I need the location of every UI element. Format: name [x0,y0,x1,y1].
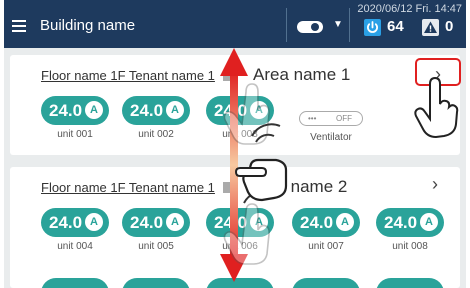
toggle-icon[interactable] [297,21,323,33]
unit-tile[interactable]: 24.0 A unit 004 [41,208,109,252]
power-on-count: 64 [387,18,404,35]
unit-pill[interactable]: 24.0 A [206,208,274,237]
header-divider [349,8,350,42]
unit-label: unit 002 [138,129,174,140]
area-name: Area name 1 [253,65,351,84]
ventilator-toggle[interactable]: ••• OFF [299,111,363,126]
unit-tile[interactable]: 24.0 A unit 007 [292,208,360,252]
unit-label: unit 004 [57,241,93,252]
unit-tile[interactable]: 24.0 A unit 008 [376,208,444,252]
unit-temperature: 24.0 [300,213,334,232]
hamburger-icon[interactable] [12,20,26,32]
unit-pill[interactable]: 24.0 A [41,96,109,125]
unit-tile[interactable]: 24.0 A unit 001 [41,96,109,140]
auto-mode-icon: A [85,101,103,119]
auto-mode-icon: A [85,213,103,231]
unit-pill-partial[interactable] [206,278,274,288]
unit-temperature: 24.0 [49,213,83,232]
app-frame: Building name ▼ 2020/06/12 Fri. 14:47 64… [4,0,466,288]
unit-pill-partial[interactable] [376,278,444,288]
unit-temperature: 24.0 [130,213,164,232]
square-icon [223,182,234,193]
header-divider [286,8,287,42]
unit-pill[interactable]: 24.0 A [292,208,360,237]
auto-mode-icon: A [420,213,438,231]
warning-count: 0 [445,18,454,35]
unit-tile[interactable]: 24.0 A unit 005 [122,208,190,252]
unit-temperature: 24.0 [130,101,164,120]
ventilator-state: OFF [336,114,352,123]
square-icon [223,70,234,81]
auto-mode-icon: A [166,101,184,119]
unit-label: unit 001 [57,129,93,140]
power-icon[interactable] [364,19,381,36]
unit-temperature: 24.0 [214,213,248,232]
unit-pill[interactable]: 24.0 A [206,96,274,125]
unit-label: unit 003 [222,129,258,140]
datetime-display: 2020/06/12 Fri. 14:47 [357,3,462,15]
unit-pill-partial[interactable] [122,278,190,288]
warning-icon[interactable] [422,19,439,36]
unit-tile[interactable]: 24.0 A unit 006 [206,208,274,252]
ventilator-tile[interactable]: ••• OFF Ventilator [299,111,363,143]
auto-mode-icon: A [166,213,184,231]
unit-pill-partial[interactable] [41,278,109,288]
chevron-right-icon[interactable]: › [432,174,438,195]
unit-temperature: 24.0 [384,213,418,232]
unit-pill-partial[interactable] [292,278,360,288]
floor-title[interactable]: Floor name 1F Tenant name 1 [41,180,215,195]
top-bar: Building name ▼ 2020/06/12 Fri. 14:47 64… [4,0,466,48]
unit-pill[interactable]: 24.0 A [41,208,109,237]
area-card[interactable]: Floor name 1F Tenant name 1 Area name 1 … [10,55,461,155]
unit-pill[interactable]: 24.0 A [122,96,190,125]
unit-pill[interactable]: 24.0 A [376,208,444,237]
area-name: Area name 2 [250,177,348,196]
chevron-right-icon[interactable]: › [415,58,461,86]
unit-label: unit 005 [138,241,174,252]
building-name[interactable]: Building name [40,17,135,34]
auto-mode-icon: A [336,213,354,231]
floor-title[interactable]: Floor name 1F Tenant name 1 [41,68,215,83]
unit-pill[interactable]: 24.0 A [122,208,190,237]
chevron-down-icon[interactable]: ▼ [333,19,343,30]
unit-temperature: 24.0 [49,101,83,120]
unit-temperature: 24.0 [214,101,248,120]
unit-tile[interactable]: 24.0 A unit 002 [122,96,190,140]
unit-label: unit 007 [308,241,344,252]
ventilator-label: Ventilator [310,132,352,143]
ellipsis-icon: ••• [308,114,317,123]
area-card[interactable]: Floor name 1F Tenant name 1 Area name 2 … [10,167,460,288]
unit-tile[interactable]: 24.0 A unit 003 [206,96,274,140]
auto-mode-icon: A [250,213,268,231]
auto-mode-icon: A [250,101,268,119]
unit-label: unit 006 [222,241,258,252]
unit-label: unit 008 [392,241,428,252]
